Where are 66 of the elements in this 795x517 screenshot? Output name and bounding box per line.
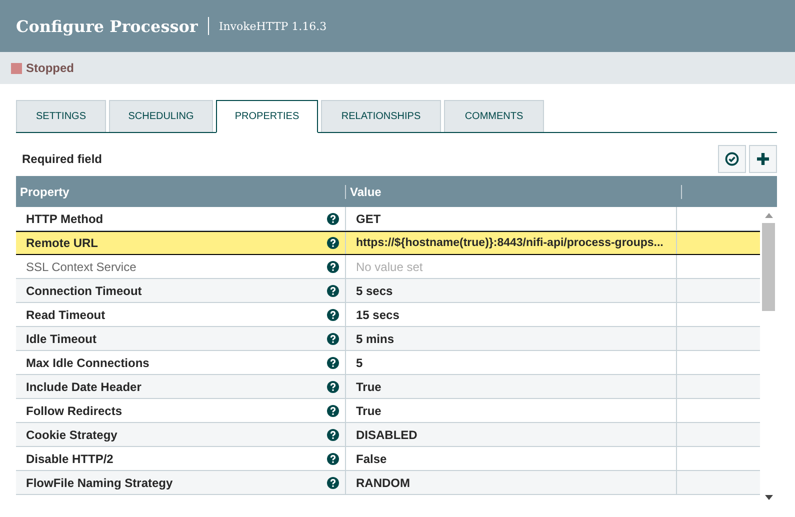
property-name: Disable HTTP/2: [26, 452, 114, 466]
status-label: Stopped: [26, 61, 74, 75]
scrollbar-thumb[interactable]: [762, 223, 775, 311]
column-header: Property: [16, 184, 346, 198]
table-row[interactable]: Connection Timeout 5 secs: [16, 279, 760, 303]
processor-type: InvokeHTTP 1.16.3: [218, 20, 327, 32]
property-name: FlowFile Naming Strategy: [26, 476, 173, 490]
property-value: RANDOM: [356, 476, 410, 490]
check-circle-icon: [725, 152, 739, 166]
table-row[interactable]: Idle Timeout 5 mins: [16, 327, 760, 351]
property-value: True: [356, 380, 382, 394]
table-row[interactable]: Read Timeout 15 secs: [16, 303, 760, 327]
property-name: Include Date Header: [26, 380, 142, 394]
help-icon[interactable]: [327, 452, 339, 464]
tab[interactable]: SETTINGS: [16, 100, 106, 132]
tab[interactable]: SCHEDULING: [109, 100, 213, 132]
help-icon[interactable]: [327, 428, 339, 440]
property-name: HTTP Method: [26, 212, 104, 226]
table-row[interactable]: FlowFile Naming Strategy RANDOM: [16, 471, 760, 495]
property-name: Remote URL: [26, 236, 98, 250]
scroll-down-icon[interactable]: [764, 495, 772, 500]
help-icon[interactable]: [327, 237, 339, 249]
table-row[interactable]: SSL Context Service No value set: [16, 255, 760, 279]
help-icon[interactable]: [327, 380, 339, 392]
property-name: SSL Context Service: [26, 260, 136, 274]
property-name: Idle Timeout: [26, 332, 96, 346]
property-name: Follow Redirects: [26, 404, 122, 418]
help-icon[interactable]: [327, 404, 339, 416]
table-row[interactable]: Max Idle Connections 5: [16, 351, 760, 375]
dialog-title: Configure Processor: [16, 16, 198, 36]
table-row[interactable]: HTTP Method GET: [16, 207, 760, 231]
help-icon[interactable]: [327, 308, 339, 320]
property-name: Max Idle Connections: [26, 356, 150, 370]
property-value: https://${hostname(true)}:8443/nifi-api/process-groups...: [356, 237, 664, 249]
table-row[interactable]: Include Date Header True: [16, 375, 760, 399]
property-value: DISABLED: [356, 428, 418, 442]
table-row[interactable]: Remote URL https://${hostname(true)}:8443/nifi-api/process-groups...: [16, 231, 760, 255]
property-name: Cookie Strategy: [26, 428, 118, 442]
scroll-up-icon[interactable]: [764, 213, 772, 218]
help-icon[interactable]: [327, 284, 339, 296]
property-value: False: [356, 452, 387, 466]
property-value: No value set: [356, 260, 423, 274]
property-name: Connection Timeout: [26, 284, 142, 298]
tab[interactable]: COMMENTS: [444, 100, 544, 132]
property-value: GET: [356, 212, 381, 226]
table-row[interactable]: Follow Redirects True: [16, 399, 760, 423]
tab[interactable]: RELATIONSHIPS: [321, 100, 441, 132]
add-property-button[interactable]: [749, 145, 777, 173]
property-value: 15 secs: [356, 308, 400, 322]
tab[interactable]: PROPERTIES: [216, 100, 318, 133]
help-icon[interactable]: [327, 260, 339, 272]
table-row[interactable]: Disable HTTP/2 False: [16, 447, 760, 471]
plus-icon: [756, 152, 770, 166]
property-value: 5 mins: [356, 332, 394, 346]
property-value: 5 secs: [356, 284, 393, 298]
required-field-label: Required field: [22, 152, 102, 166]
help-icon[interactable]: [327, 332, 339, 344]
help-icon[interactable]: [327, 356, 339, 368]
table-row[interactable]: Cookie Strategy DISABLED: [16, 423, 760, 447]
help-icon[interactable]: [327, 212, 339, 224]
verify-button[interactable]: [718, 145, 746, 173]
property-value: True: [356, 404, 382, 418]
property-value: 5: [356, 356, 363, 370]
help-icon[interactable]: [327, 476, 339, 488]
property-name: Read Timeout: [26, 308, 106, 322]
column-header: Value: [346, 184, 682, 198]
